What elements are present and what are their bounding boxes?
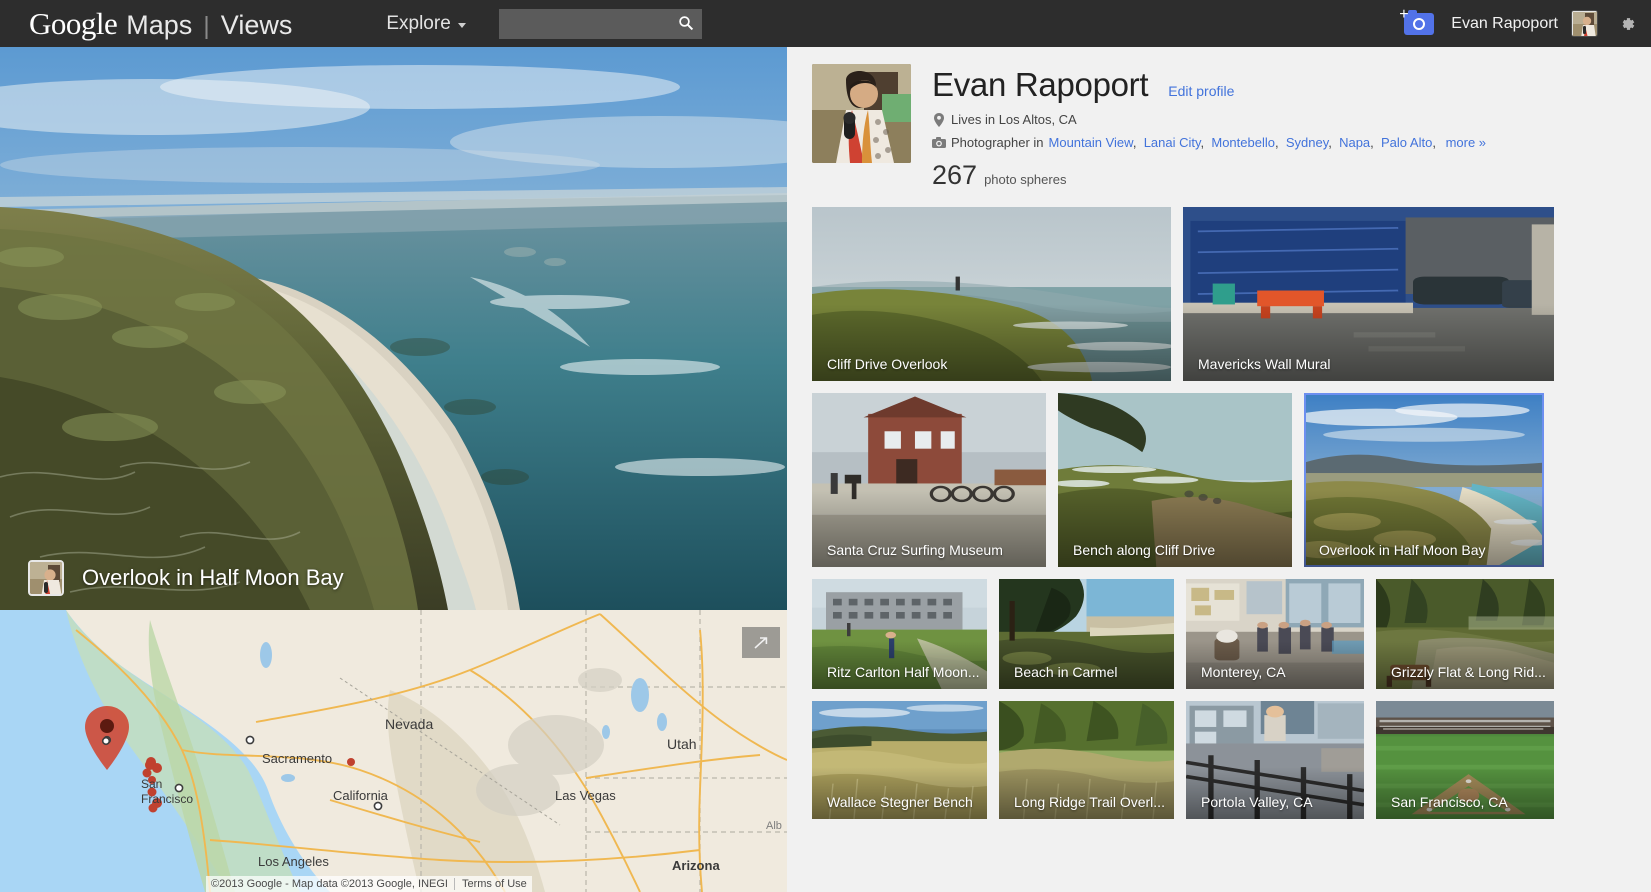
hero-title: Overlook in Half Moon Bay (82, 565, 344, 591)
photographer-place-link[interactable]: Sydney (1286, 135, 1328, 150)
photo-sphere-title: Bench along Cliff Drive (1058, 542, 1292, 567)
photo-sphere-count-number: 267 (932, 160, 977, 191)
photo-sphere-count-label: photo spheres (984, 172, 1066, 187)
camera-icon (932, 137, 946, 148)
photo-sphere-title: Mavericks Wall Mural (1183, 356, 1554, 381)
photo-sphere-title: Long Ridge Trail Overl... (999, 794, 1174, 819)
photo-sphere-title: Overlook in Half Moon Bay (1304, 542, 1544, 567)
map-copyright: ©2013 Google - Map data ©2013 Google, IN… (211, 878, 448, 890)
photo-sphere-tile[interactable]: Beach in Carmel (999, 579, 1174, 689)
photo-sphere-title: Grizzly Flat & Long Rid... (1376, 664, 1554, 689)
photographer-prefix: Photographer in (951, 135, 1044, 150)
profile-header: Evan Rapoport Edit profile Lives in Los … (787, 47, 1651, 191)
avatar[interactable] (28, 560, 64, 596)
photo-sphere-title: Monterey, CA (1186, 664, 1364, 689)
left-panel: Overlook in Half Moon Bay (0, 47, 787, 892)
photo-sphere-title: Cliff Drive Overlook (812, 356, 1171, 381)
arrow-up-right-icon (751, 634, 771, 652)
photographer-place-link[interactable]: Palo Alto (1381, 135, 1432, 150)
hero-photosphere[interactable]: Overlook in Half Moon Bay (0, 47, 787, 610)
photo-sphere-tile[interactable]: Monterey, CA (1186, 579, 1364, 689)
photo-sphere-tile[interactable]: Long Ridge Trail Overl... (999, 701, 1174, 819)
topbar-right-cluster: + Evan Rapoport (1404, 0, 1637, 47)
photo-sphere-title: Santa Cruz Surfing Museum (812, 542, 1046, 567)
map-attribution: ©2013 Google - Map data ©2013 Google, IN… (206, 876, 532, 892)
map-panel[interactable]: Nevada Utah Sacramento California San Fr… (0, 610, 787, 892)
photographer-place-link[interactable]: Mountain View (1049, 135, 1133, 150)
photo-sphere-tile[interactable]: Grizzly Flat & Long Rid... (1376, 579, 1554, 689)
photographer-place-link[interactable]: Lanai City (1144, 135, 1201, 150)
list-separator: , (1328, 135, 1339, 150)
list-separator: , (1370, 135, 1381, 150)
photo-sphere-tile[interactable]: Overlook in Half Moon Bay (1304, 393, 1544, 567)
explore-menu-button[interactable]: Explore (386, 13, 465, 35)
photo-sphere-tile[interactable]: Santa Cruz Surfing Museum (812, 393, 1046, 567)
photo-grid-row: Santa Cruz Surfing Museum Bench along Cl… (812, 393, 1634, 567)
expand-map-button[interactable] (742, 627, 780, 658)
photo-sphere-title: Portola Valley, CA (1186, 794, 1364, 819)
avatar[interactable] (1571, 10, 1598, 37)
more-places-link[interactable]: more » (1446, 135, 1486, 150)
photo-grid-row: Cliff Drive Overlook Mavericks Wall Mura… (812, 207, 1634, 381)
photo-sphere-tile[interactable]: Portola Valley, CA (1186, 701, 1364, 819)
terms-of-use-link[interactable]: Terms of Use (454, 878, 527, 890)
page-title: Evan Rapoport (932, 66, 1148, 104)
map-pin-icon (932, 113, 946, 127)
search-icon[interactable] (678, 15, 694, 31)
add-photo-sphere-camera-icon[interactable]: + (1404, 13, 1434, 35)
product-logo[interactable]: Google Maps | Views (29, 6, 292, 42)
list-separator: , (1133, 135, 1144, 150)
right-panel: Evan Rapoport Edit profile Lives in Los … (787, 47, 1651, 892)
search-input[interactable] (499, 10, 669, 38)
profile-avatar[interactable] (812, 64, 911, 163)
photo-sphere-tile[interactable]: Wallace Stegner Bench (812, 701, 987, 819)
gear-icon[interactable] (1617, 14, 1637, 34)
top-navigation-bar: Google Maps | Views Explore + Evan Rapop… (0, 0, 1651, 47)
chevron-down-icon (458, 23, 466, 28)
list-separator: , (1432, 135, 1439, 150)
list-separator: , (1275, 135, 1286, 150)
list-separator: , (1201, 135, 1212, 150)
photographer-places: Mountain View, Lanai City, Montebello, S… (1049, 135, 1440, 150)
photo-sphere-tile[interactable]: Bench along Cliff Drive (1058, 393, 1292, 567)
photo-sphere-title: Ritz Carlton Half Moon... (812, 664, 987, 689)
edit-profile-link[interactable]: Edit profile (1168, 83, 1234, 99)
plus-icon: + (1399, 7, 1408, 23)
google-wordmark: Google (29, 6, 117, 42)
explore-label: Explore (386, 13, 450, 35)
account-name[interactable]: Evan Rapoport (1451, 15, 1558, 33)
photo-sphere-title: Beach in Carmel (999, 664, 1174, 689)
photographer-place-link[interactable]: Montebello (1211, 135, 1275, 150)
profile-name-row: Evan Rapoport Edit profile (932, 66, 1486, 104)
profile-info: Evan Rapoport Edit profile Lives in Los … (932, 64, 1486, 191)
photo-grid-row: Wallace Stegner Bench Long Ridge Trail O… (812, 701, 1634, 819)
photographer-row: Photographer in Mountain View, Lanai Cit… (932, 135, 1486, 150)
maps-wordmark: Maps (126, 10, 192, 41)
logo-divider: | (203, 12, 210, 41)
photo-sphere-tile[interactable]: San Francisco, CA (1376, 701, 1554, 819)
hero-image (0, 47, 787, 610)
views-wordmark: Views (221, 10, 293, 41)
photo-grid-row: Ritz Carlton Half Moon... Beach in Carme… (812, 579, 1634, 689)
photographer-place-link[interactable]: Napa (1339, 135, 1370, 150)
photo-sphere-tile[interactable]: Mavericks Wall Mural (1183, 207, 1554, 381)
map-image[interactable] (0, 610, 787, 892)
photo-sphere-grid: Cliff Drive Overlook Mavericks Wall Mura… (787, 191, 1651, 819)
location-text: Lives in Los Altos, CA (951, 112, 1077, 127)
location-row: Lives in Los Altos, CA (932, 112, 1486, 127)
camera-lens (1413, 18, 1425, 30)
photo-sphere-title: Wallace Stegner Bench (812, 794, 987, 819)
photo-sphere-tile[interactable]: Ritz Carlton Half Moon... (812, 579, 987, 689)
hero-caption: Overlook in Half Moon Bay (0, 546, 787, 610)
search-box[interactable] (499, 9, 702, 39)
photo-sphere-title: San Francisco, CA (1376, 794, 1554, 819)
photo-sphere-tile[interactable]: Cliff Drive Overlook (812, 207, 1171, 381)
camera-bump (1408, 10, 1417, 15)
photo-sphere-count: 267 photo spheres (932, 160, 1486, 191)
